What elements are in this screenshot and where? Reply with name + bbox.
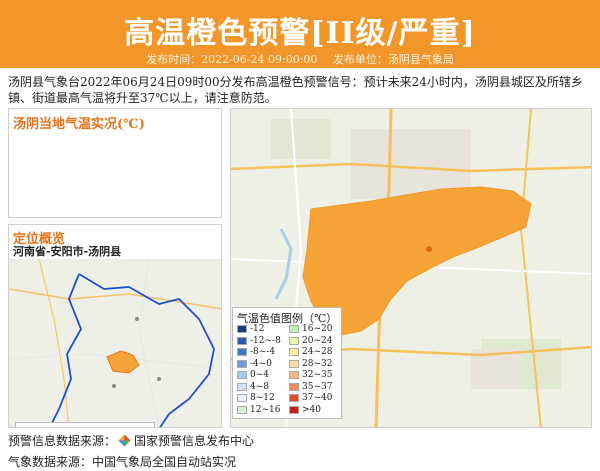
temperature-color-swatch <box>289 336 299 345</box>
temperature-color-swatch <box>237 405 247 414</box>
live-temperature-panel: 汤阴当地气温实况(℃) <box>8 108 222 218</box>
warning-description: 汤阴县气象台2022年06月24日09时00分发布高温橙色预警信号：预计未来24… <box>8 75 583 105</box>
location-path: 河南省-安阳市-汤阴县 <box>13 245 122 258</box>
temperature-legend-item: -12~-8 <box>237 336 281 346</box>
temperature-range-label: 4~8 <box>250 381 269 392</box>
temperature-legend-item: -12 <box>237 324 265 334</box>
temperature-color-swatch <box>237 325 247 333</box>
temperature-legend-item: >40 <box>289 405 321 415</box>
temperature-legend-item: 35~37 <box>289 382 332 392</box>
live-temperature-title: 汤阴当地气温实况(℃) <box>13 117 145 132</box>
warning-header: 高温橙色预警[II级/严重] 发布时间：2022-06-24 09:00:00 … <box>0 0 600 68</box>
location-mini-map[interactable]: 图例 国界 省界 <box>9 258 221 427</box>
temperature-legend-item: -4~0 <box>237 359 272 369</box>
temperature-color-swatch <box>289 359 299 368</box>
temperature-legend-item: 4~8 <box>237 382 269 392</box>
temperature-color-swatch <box>289 325 299 333</box>
temperature-range-label: -8~-4 <box>250 347 276 357</box>
temperature-legend-item: 0~4 <box>237 370 269 380</box>
temperature-legend-item: 37~40 <box>289 393 332 403</box>
temperature-range-label: -4~0 <box>250 358 273 369</box>
temperature-legend-item: 16~20 <box>289 324 332 334</box>
temperature-color-swatch <box>289 405 299 414</box>
temperature-range-label: 32~35 <box>302 370 333 380</box>
temperature-range-label: 35~37 <box>302 381 333 392</box>
location-overview-panel: 定位概览 河南省-安阳市-汤阴县 图例 国界 <box>8 224 222 428</box>
temperature-range-label: 37~40 <box>302 393 333 403</box>
temperature-color-swatch <box>289 371 299 379</box>
temperature-range-label: >40 <box>302 404 321 415</box>
temperature-color-swatch <box>237 348 247 356</box>
temperature-legend-item: 8~12 <box>237 393 275 403</box>
temperature-range-label: 16~20 <box>302 324 333 334</box>
temperature-range-label: 24~28 <box>302 347 333 357</box>
temperature-color-swatch <box>237 394 247 402</box>
temperature-color-swatch <box>237 359 247 368</box>
temperature-color-swatch <box>237 382 247 391</box>
warning-title: 高温橙色预警[II级/严重] <box>124 16 476 51</box>
temperature-color-swatch <box>289 394 299 402</box>
temperature-range-label: 12~16 <box>250 404 281 415</box>
publisher: 发布单位：汤阴县气象局 <box>332 53 454 66</box>
temperature-legend: 气温色值图例（℃） -12 -12~-8 -8~-4 -4~0 0~4 4~8 8~12 12… <box>232 307 342 419</box>
warning-source-label: 预警信息数据来源： <box>8 434 117 448</box>
temperature-range-label: 28~32 <box>302 358 333 369</box>
warning-center-logo-icon <box>118 434 131 447</box>
temperature-range-label: -12~-8 <box>250 335 281 346</box>
publish-time: 发布时间：2022-06-24 09:00:00 <box>146 53 318 66</box>
temperature-color-swatch <box>237 336 247 345</box>
temperature-legend-item: 32~35 <box>289 370 332 380</box>
temperature-legend-item: 12~16 <box>237 405 280 415</box>
temperature-range-label: 20~24 <box>302 335 333 346</box>
temperature-color-swatch <box>289 382 299 391</box>
temperature-range-label: 8~12 <box>250 393 275 403</box>
temperature-legend-item: 28~32 <box>289 359 332 369</box>
weather-source-line: 气象数据来源：中国气象局全国自动站实况 <box>8 455 237 469</box>
temperature-legend-item: 24~28 <box>289 347 332 357</box>
warning-meta: 发布时间：2022-06-24 09:00:00 发布单位：汤阴县气象局 <box>0 51 600 67</box>
mini-map-graphic <box>9 258 221 427</box>
mini-map-legend: 图例 国界 省界 <box>15 422 155 427</box>
temperature-color-swatch <box>237 371 247 379</box>
warning-source-name[interactable]: 国家预警信息发布中心 <box>134 432 254 449</box>
warning-source-line: 预警信息数据来源： 国家预警信息发布中心 <box>8 432 254 449</box>
temperature-range-label: 0~4 <box>250 370 269 380</box>
temperature-range-label: -12 <box>250 324 265 334</box>
temperature-color-swatch <box>289 348 299 356</box>
mini-legend-title: 图例 <box>22 424 48 427</box>
temperature-legend-item: -8~-4 <box>237 347 275 357</box>
temperature-legend-item: 20~24 <box>289 336 332 346</box>
